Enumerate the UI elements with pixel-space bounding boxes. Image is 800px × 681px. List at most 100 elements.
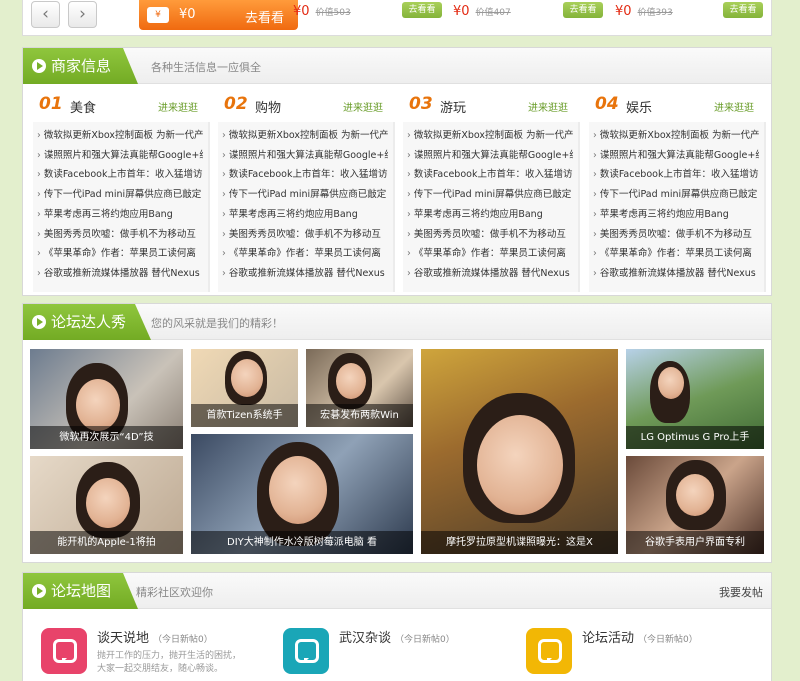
list-item[interactable]: 美图秀秀员吹嘘：做手机不为移动互: [403, 225, 573, 245]
list-item[interactable]: 《苹果革命》作者：苹果员工读何离: [403, 244, 573, 264]
photo-tile[interactable]: LG Optimus G Pro上手: [626, 349, 764, 449]
list-item[interactable]: 传下一代iPad mini屏幕供应商已敲定: [403, 185, 573, 205]
list-item[interactable]: 谷歌或推新流媒体播放器 替代Nexus: [589, 264, 759, 284]
post-thread-link[interactable]: 我要发帖: [719, 584, 763, 600]
photo-caption: LG Optimus G Pro上手: [626, 426, 764, 449]
panel-header: 论坛达人秀 您的风采就是我们的精彩！: [23, 304, 771, 340]
list-item[interactable]: 数读Facebook上市首年：收入猛增访: [218, 165, 388, 185]
panel-title: 商家信息: [51, 57, 112, 75]
photo-caption: DIY大神制作水冷版树莓派电脑 看: [191, 531, 413, 554]
forum-item-chat[interactable]: 谈天说地 （今日新帖0） 抛开工作的压力，抛开生活的困扰，大家一起交朋结友，随心畅…: [41, 628, 261, 681]
forum-item-wuhan[interactable]: 武汉杂谈 （今日新帖0）: [283, 628, 503, 681]
photo-face: [76, 379, 120, 431]
photo-tile[interactable]: DIY大神制作水冷版树莓派电脑 看: [191, 434, 413, 554]
featured-look-button[interactable]: 去看看: [245, 7, 284, 26]
list-item[interactable]: 数读Facebook上市首年：收入猛增访: [33, 165, 203, 185]
deal-item: ¥0 价值407: [453, 4, 511, 19]
play-circle-icon: [32, 315, 46, 329]
play-circle-icon: [32, 584, 46, 598]
photo-caption: 谷歌手表用户界面专利: [626, 531, 764, 554]
list-item[interactable]: 《苹果革命》作者：苹果员工读何离: [33, 244, 203, 264]
column-more-link[interactable]: 进来逛逛: [158, 99, 198, 114]
list-item[interactable]: 数读Facebook上市首年：收入猛增访: [589, 165, 759, 185]
column-number: 03: [409, 94, 433, 114]
column-name: 购物: [255, 101, 282, 116]
list-item[interactable]: 传下一代iPad mini屏幕供应商已敲定: [33, 185, 203, 205]
photo-tile[interactable]: 摩托罗拉原型机谍照曝光：这是X: [421, 349, 618, 554]
featured-price-pill[interactable]: ¥ ¥0 去看看: [139, 0, 298, 30]
photo-face: [676, 474, 714, 516]
column-number: 04: [595, 94, 619, 114]
column-more-link[interactable]: 进来逛逛: [343, 99, 383, 114]
list-item[interactable]: 苹果考虑再三将约炮应用Bang: [589, 205, 759, 225]
list-item[interactable]: 谷歌或推新流媒体播放器 替代Nexus: [33, 264, 203, 284]
list-item[interactable]: 谍照照片和强大算法真能帮Google+组: [403, 146, 573, 166]
deal-price: ¥0: [615, 4, 632, 19]
list-item[interactable]: 微软拟更新Xbox控制面板 为新一代产: [218, 126, 388, 146]
photo-tile[interactable]: 微软再次展示“4D”技: [30, 349, 183, 449]
list-item[interactable]: 苹果考虑再三将约炮应用Bang: [33, 205, 203, 225]
price-tag-icon: ¥: [147, 7, 169, 23]
chat-bubble-icon: [283, 628, 329, 674]
list-item[interactable]: 谍照照片和强大算法真能帮Google+组: [589, 146, 759, 166]
forum-map-panel: 论坛地图 精彩社区欢迎你 我要发帖 谈天说地 （今日新帖0） 抛开工作的压力，抛开…: [22, 572, 772, 681]
column-more-link[interactable]: 进来逛逛: [714, 99, 754, 114]
photo-face: [86, 478, 130, 528]
deal-look-button[interactable]: 去看看: [402, 2, 442, 18]
panel-header: 商家信息 各种生活信息一应俱全: [23, 48, 771, 84]
photo-face: [231, 359, 263, 397]
photo-tile[interactable]: 谷歌手表用户界面专利: [626, 456, 764, 554]
list-item[interactable]: 微软拟更新Xbox控制面板 为新一代产: [403, 126, 573, 146]
list-item[interactable]: 美图秀秀员吹嘘：做手机不为移动互: [33, 225, 203, 245]
forum-item-events[interactable]: 论坛活动 （今日新帖0）: [526, 628, 746, 681]
list-item[interactable]: 苹果考虑再三将约炮应用Bang: [403, 205, 573, 225]
photo-tile[interactable]: 宏碁发布两款Win: [306, 349, 413, 427]
photo-tile[interactable]: 能开机的Apple-1将拍: [30, 456, 183, 554]
panel-subtitle: 各种生活信息一应俱全: [151, 61, 261, 74]
next-arrow-button[interactable]: ›: [68, 1, 97, 28]
list-item[interactable]: 谍照照片和强大算法真能帮Google+组: [33, 146, 203, 166]
list-item[interactable]: 谍照照片和强大算法真能帮Google+组: [218, 146, 388, 166]
panel-title: 论坛地图: [51, 582, 112, 600]
deal-old-price: 价值503: [315, 8, 351, 18]
list-item[interactable]: 谷歌或推新流媒体播放器 替代Nexus: [218, 264, 388, 284]
forum-today-count: （今日新帖0）: [153, 635, 213, 645]
list-item[interactable]: 《苹果革命》作者：苹果员工读何离: [218, 244, 388, 264]
list-item[interactable]: 苹果考虑再三将约炮应用Bang: [218, 205, 388, 225]
list-item[interactable]: 传下一代iPad mini屏幕供应商已敲定: [589, 185, 759, 205]
talent-show-panel: 论坛达人秀 您的风采就是我们的精彩！ 微软再次展示“4D”技 首款Tizen系统…: [22, 303, 772, 563]
list-item[interactable]: 传下一代iPad mini屏幕供应商已敲定: [218, 185, 388, 205]
panel-title: 论坛达人秀: [51, 313, 127, 331]
panel-subtitle: 精彩社区欢迎你: [136, 586, 213, 599]
column-list: 微软拟更新Xbox控制面板 为新一代产 谍照照片和强大算法真能帮Google+组…: [218, 122, 395, 292]
top-deal-strip: ‹ › ¥ ¥0 去看看 ¥0 价值503 去看看 ¥0 价值407 去看看 ¥0 价…: [22, 0, 772, 36]
merchant-columns: 01 美食 进来逛逛 微软拟更新Xbox控制面板 为新一代产 谍照照片和强大算法…: [33, 94, 768, 334]
deal-price: ¥0: [453, 4, 470, 19]
list-item[interactable]: 数读Facebook上市首年：收入猛增访: [403, 165, 573, 185]
forum-name: 论坛活动 （今日新帖0）: [582, 627, 698, 646]
forum-today-count: （今日新帖0）: [638, 635, 698, 645]
photo-face: [336, 363, 366, 399]
photo-tile[interactable]: 首款Tizen系统手: [191, 349, 298, 427]
column-list: 微软拟更新Xbox控制面板 为新一代产 谍照照片和强大算法真能帮Google+组…: [33, 122, 210, 292]
deal-price: ¥0: [293, 4, 310, 19]
list-item[interactable]: 美图秀秀员吹嘘：做手机不为移动互: [589, 225, 759, 245]
list-item[interactable]: 美图秀秀员吹嘘：做手机不为移动互: [218, 225, 388, 245]
list-item[interactable]: 谷歌或推新流媒体播放器 替代Nexus: [403, 264, 573, 284]
photo-caption: 摩托罗拉原型机谍照曝光：这是X: [421, 531, 618, 554]
photo-face: [269, 456, 327, 524]
deal-look-button[interactable]: 去看看: [563, 2, 603, 18]
prev-arrow-button[interactable]: ‹: [31, 1, 60, 28]
list-item[interactable]: 微软拟更新Xbox控制面板 为新一代产: [589, 126, 759, 146]
column-list: 微软拟更新Xbox控制面板 为新一代产 谍照照片和强大算法真能帮Google+组…: [589, 122, 766, 292]
play-circle-icon: [32, 59, 46, 73]
deal-look-button[interactable]: 去看看: [723, 2, 763, 18]
chat-bubble-icon: [41, 628, 87, 674]
list-item[interactable]: 微软拟更新Xbox控制面板 为新一代产: [33, 126, 203, 146]
forum-name: 谈天说地 （今日新帖0）: [97, 627, 213, 646]
list-item[interactable]: 《苹果革命》作者：苹果员工读何离: [589, 244, 759, 264]
panel-title-tab: 论坛地图: [23, 573, 138, 609]
column-more-link[interactable]: 进来逛逛: [528, 99, 568, 114]
panel-title-tab: 商家信息: [23, 48, 138, 84]
column-name: 娱乐: [626, 101, 653, 116]
